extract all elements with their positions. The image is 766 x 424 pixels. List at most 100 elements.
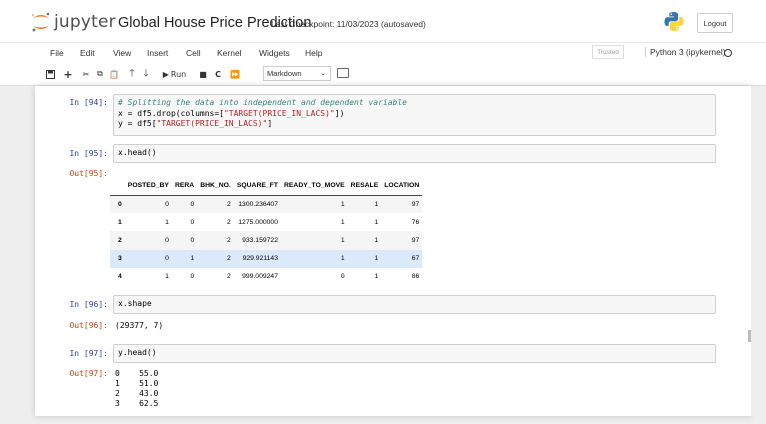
table-cell: 2 <box>227 218 231 226</box>
table-cell: 1275.000000 <box>238 218 278 226</box>
table-cell: 933.159722 <box>233 231 281 250</box>
chevron-down-icon: ⌄ <box>320 70 326 77</box>
cell-94-input[interactable]: # Splitting the data into independent an… <box>113 94 716 136</box>
table-cell: 1 <box>340 218 345 226</box>
series-line: 0 55.0 <box>115 369 159 378</box>
row-index: 2 <box>110 231 125 250</box>
run-label: Run <box>170 69 187 79</box>
notebook-header: jupyter Global House Price Prediction La… <box>0 0 766 42</box>
table-row: 4 1 0 2 999.009247 0 1 86 <box>110 268 422 286</box>
table-cell: 1 <box>374 218 379 226</box>
table-cell: 2 <box>197 195 234 214</box>
table-cell: 0 <box>340 273 345 281</box>
jupyter-logo[interactable]: jupyter <box>30 11 116 33</box>
stop-icon[interactable]: ■ <box>197 67 209 81</box>
menu-edit[interactable]: Edit <box>80 48 95 58</box>
jupyter-logo-text: jupyter <box>54 12 116 32</box>
code-comment: # Splitting the data into independent an… <box>118 98 407 107</box>
row-index: 0 <box>110 195 125 214</box>
table-cell: 1 <box>347 249 382 268</box>
table-cell: 0 <box>124 249 172 268</box>
series-line: 3 62.5 <box>115 399 159 408</box>
table-row: 1 1 0 2 1275.000000 1 1 76 <box>110 213 422 231</box>
menubar: File Edit View Insert Cell Kernel Widget… <box>0 42 766 62</box>
table-cell: 1300.236407 <box>233 195 281 214</box>
series-line: 1 51.0 <box>115 379 159 388</box>
table-cell: 2 <box>197 231 234 250</box>
table-header-row: POSTED_BY RERA BHK_NO. SQUARE_FT READY_T… <box>110 177 423 196</box>
cell-96-out-prompt: Out[96]: <box>69 321 108 330</box>
table-cell: 1 <box>165 218 169 226</box>
table-cell: 1 <box>171 249 198 268</box>
logout-button[interactable]: Logout <box>697 13 733 33</box>
cell-95-prompt: In [95]: <box>69 149 108 158</box>
column-header: READY_TO_MOVE <box>280 177 348 196</box>
table-cell: 97 <box>381 195 423 214</box>
table-cell: 1 <box>165 273 169 281</box>
cell-94-prompt: In [94]: <box>69 98 108 107</box>
menu-file[interactable]: File <box>50 48 64 58</box>
cell-type-select[interactable]: Markdown ⌄ <box>263 66 331 81</box>
cell-96-prompt: In [96]: <box>69 300 108 309</box>
table-row: 3 0 1 2 929.921143 1 1 67 <box>110 249 423 268</box>
menu-help[interactable]: Help <box>305 48 322 58</box>
column-header: SQUARE_FT <box>233 177 281 196</box>
table-cell: 0 <box>171 195 198 214</box>
keyboard-icon[interactable] <box>337 68 349 78</box>
table-cell: 2 <box>227 273 231 281</box>
table-cell: 1 <box>280 249 348 268</box>
menu-view[interactable]: View <box>113 48 131 58</box>
row-index: 4 <box>118 273 122 281</box>
code-line-2: x = df5.drop(columns=["TARGET(PRICE_IN_L… <box>118 108 345 118</box>
cell-type-value: Markdown <box>267 69 302 78</box>
series-line: 2 43.0 <box>115 389 159 398</box>
cell-97-out-prompt: Out[97]: <box>69 369 108 378</box>
scrollbar-thumb[interactable] <box>748 330 751 342</box>
table-cell: 0 <box>171 231 198 250</box>
table-cell: 1 <box>280 231 348 250</box>
menu-kernel[interactable]: Kernel <box>217 48 242 58</box>
move-up-icon[interactable]: 🡑 <box>126 67 138 81</box>
table-cell: 1 <box>347 195 382 214</box>
cell-95-input[interactable]: x.head() <box>113 144 716 163</box>
table-row: 2 0 0 2 933.159722 1 1 97 <box>110 231 423 250</box>
add-cell-icon[interactable]: + <box>62 67 74 81</box>
table-cell: 1 <box>347 231 382 250</box>
menu-widgets[interactable]: Widgets <box>259 48 290 58</box>
row-index: 3 <box>110 249 125 268</box>
table-cell: 67 <box>381 249 423 268</box>
menu-insert[interactable]: Insert <box>147 48 168 58</box>
fast-forward-icon[interactable]: ⏩ <box>228 67 242 81</box>
cut-icon[interactable]: ✂ <box>80 67 92 81</box>
paste-icon[interactable]: 📋 <box>108 67 120 81</box>
table-row: 0 0 0 2 1300.236407 1 1 97 <box>110 195 423 214</box>
cell-96-input[interactable]: x.shape <box>113 295 716 314</box>
table-cell: 999.009247 <box>242 273 278 281</box>
trusted-indicator[interactable]: Trusted <box>592 45 624 59</box>
dataframe-table: POSTED_BY RERA BHK_NO. SQUARE_FT READY_T… <box>110 177 423 286</box>
copy-icon[interactable]: ⧉ <box>94 67 106 81</box>
save-icon[interactable] <box>44 67 56 81</box>
column-header: RESALE <box>347 177 382 196</box>
scrollbar[interactable] <box>751 86 766 416</box>
row-index: 1 <box>118 218 122 226</box>
table-cell: 86 <box>411 273 420 281</box>
python-logo-icon <box>664 11 684 32</box>
table-cell: 97 <box>381 231 423 250</box>
column-header <box>110 177 125 196</box>
table-cell: 1 <box>374 273 379 281</box>
cell-95-out-prompt: Out[95]: <box>69 169 108 178</box>
column-header: BHK_NO. <box>197 177 234 196</box>
menu-cell[interactable]: Cell <box>186 48 201 58</box>
kernel-name[interactable]: Python 3 (ipykernel) <box>645 47 726 57</box>
code-line-3: y = df5["TARGET(PRICE_IN_LACS)"] <box>118 119 273 128</box>
table-cell: 929.921143 <box>233 249 281 268</box>
cell-97-prompt: In [97]: <box>69 349 108 358</box>
jupyter-logo-icon <box>30 11 52 33</box>
table-cell: 1 <box>280 195 348 214</box>
run-button[interactable]: ▶ Run <box>157 67 192 81</box>
cell-97-input[interactable]: y.head() <box>113 344 716 363</box>
table-cell: 2 <box>197 249 234 268</box>
move-down-icon[interactable]: 🡓 <box>140 67 152 81</box>
restart-icon[interactable]: C <box>212 67 224 81</box>
